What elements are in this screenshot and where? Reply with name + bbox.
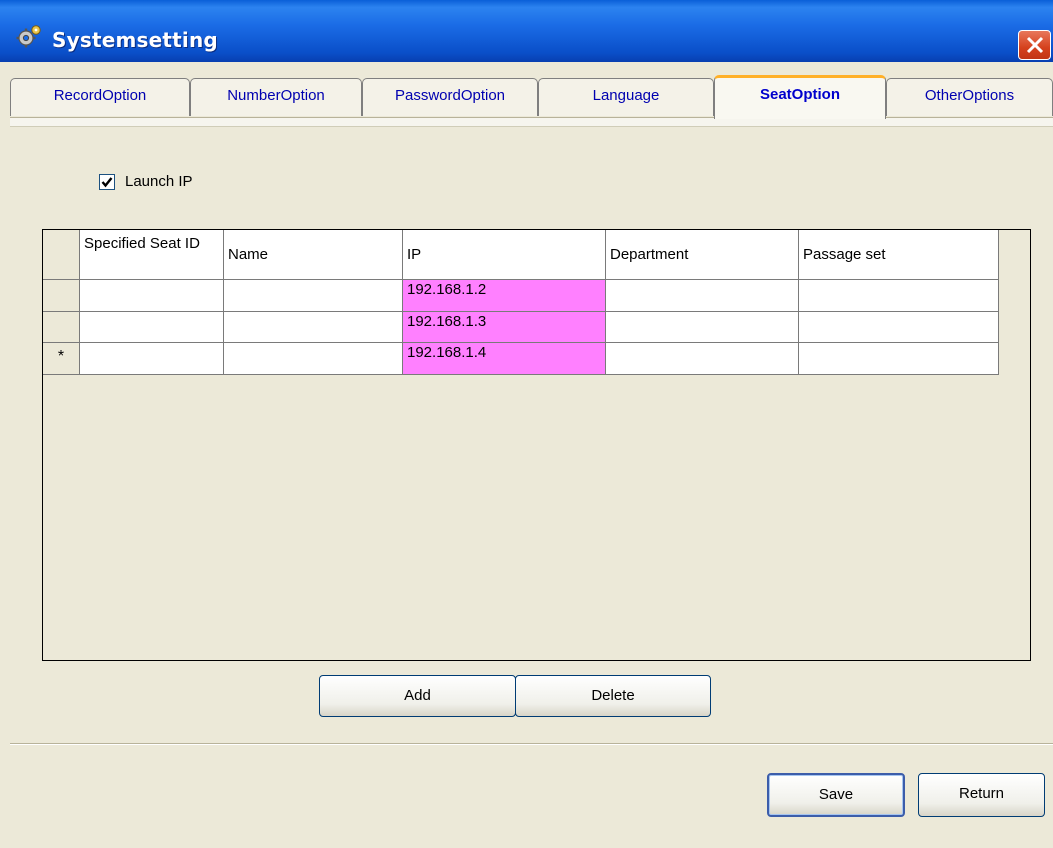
cell-passage-set[interactable] — [799, 343, 999, 375]
close-icon — [1026, 36, 1044, 54]
tab-numberoption[interactable]: NumberOption — [190, 78, 362, 116]
new-row-marker-icon[interactable]: * — [43, 343, 80, 375]
close-button[interactable] — [1018, 30, 1051, 60]
cell-seat-id[interactable] — [80, 343, 224, 375]
gear-settings-icon — [16, 24, 42, 48]
cell-passage-set[interactable] — [799, 312, 999, 343]
tab-recordoption[interactable]: RecordOption — [10, 78, 190, 116]
row-header[interactable] — [43, 280, 80, 312]
column-header-seat-id[interactable]: Specified Seat ID — [80, 230, 224, 280]
cell-department[interactable] — [606, 343, 799, 375]
return-button[interactable]: Return — [918, 773, 1045, 817]
column-header-ip[interactable]: IP — [403, 230, 606, 280]
checkmark-icon — [101, 177, 113, 188]
tab-otheroptions[interactable]: OtherOptions — [886, 78, 1053, 116]
title-bar: Systemsetting — [0, 0, 1053, 62]
column-header-name[interactable]: Name — [224, 230, 403, 280]
launch-ip-label[interactable]: Launch IP — [125, 173, 193, 190]
cell-seat-id[interactable] — [80, 312, 224, 343]
add-button[interactable]: Add — [319, 675, 516, 717]
cell-department[interactable] — [606, 280, 799, 312]
cell-department[interactable] — [606, 312, 799, 343]
cell-ip[interactable]: 192.168.1.4 — [403, 343, 606, 375]
tab-content-edge — [10, 118, 1053, 127]
window-title: Systemsetting — [52, 28, 218, 52]
cell-name[interactable] — [224, 280, 403, 312]
delete-button[interactable]: Delete — [515, 675, 711, 717]
grid-corner-header — [43, 230, 80, 280]
cell-passage-set[interactable] — [799, 280, 999, 312]
column-header-department[interactable]: Department — [606, 230, 799, 280]
tab-strip: RecordOption NumberOption PasswordOption… — [10, 75, 1053, 119]
save-button[interactable]: Save — [767, 773, 905, 817]
cell-ip[interactable]: 192.168.1.2 — [403, 280, 606, 312]
cell-name[interactable] — [224, 343, 403, 375]
seat-grid[interactable]: Specified Seat ID Name IP Department Pas… — [42, 229, 1031, 661]
row-header[interactable] — [43, 312, 80, 343]
cell-seat-id[interactable] — [80, 280, 224, 312]
column-header-passage-set[interactable]: Passage set — [799, 230, 999, 280]
tab-language[interactable]: Language — [538, 78, 714, 116]
cell-name[interactable] — [224, 312, 403, 343]
tab-passwordoption[interactable]: PasswordOption — [362, 78, 538, 116]
tab-seatoption[interactable]: SeatOption — [714, 75, 886, 119]
launch-ip-checkbox[interactable] — [99, 174, 115, 190]
cell-ip[interactable]: 192.168.1.3 — [403, 312, 606, 343]
footer-separator — [10, 743, 1053, 745]
